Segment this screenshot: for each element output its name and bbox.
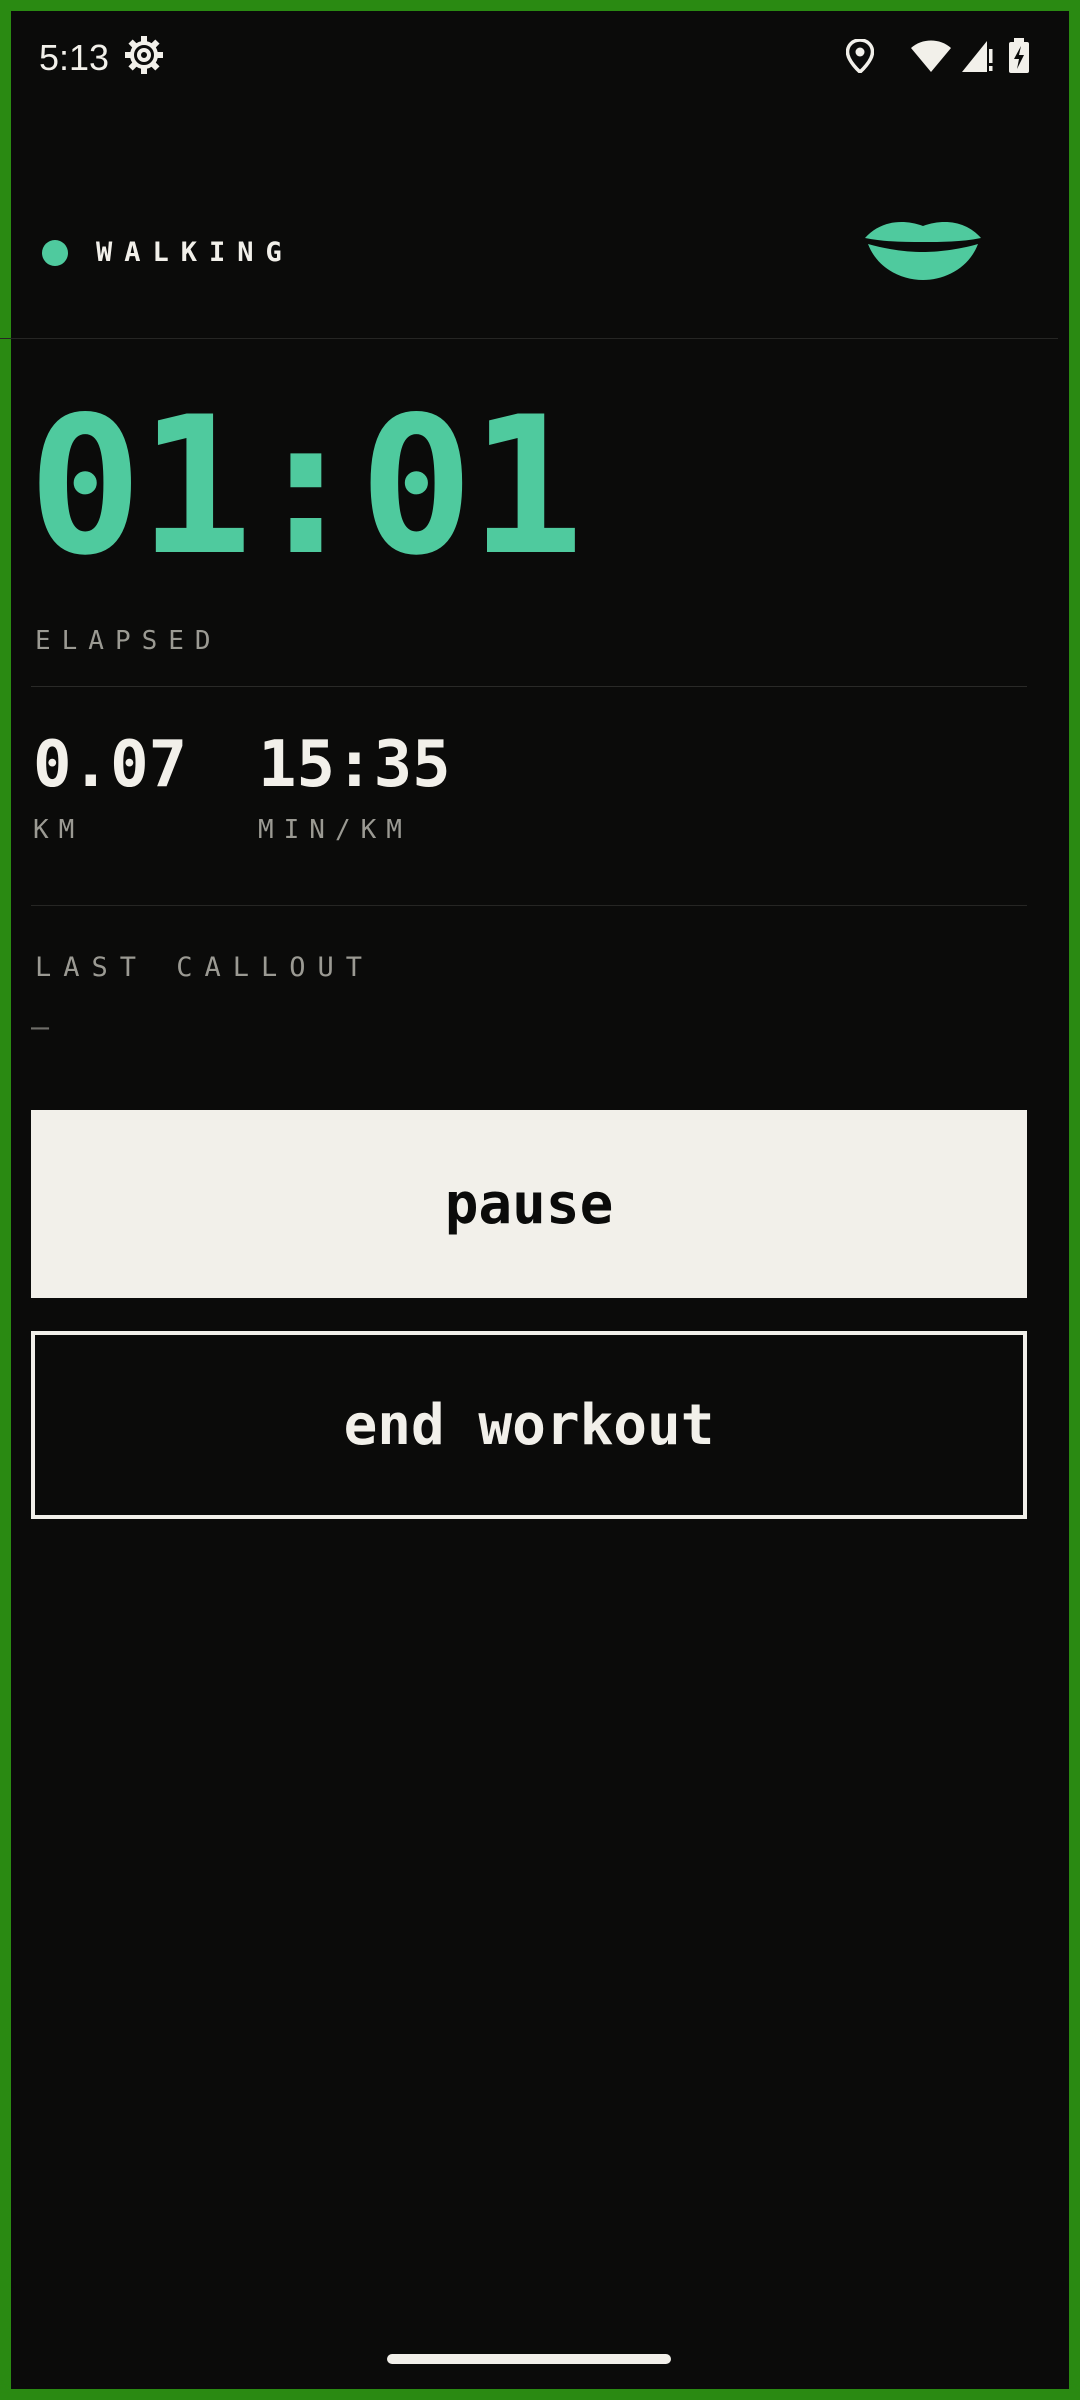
pace-stat: 15:35 MIN/KM: [258, 733, 451, 845]
active-status-dot: [42, 239, 68, 266]
pause-button[interactable]: pause: [31, 1110, 1027, 1298]
distance-value: 0.07: [33, 728, 188, 802]
elapsed-time: 01:01: [28, 376, 584, 597]
pace-value: 15:35: [258, 728, 451, 802]
status-icons: [846, 38, 1030, 74]
settings-gear-icon: [125, 36, 163, 74]
status-time: 5:13: [39, 37, 110, 78]
elapsed-label: ELAPSED: [35, 626, 222, 656]
end-workout-button[interactable]: end workout: [31, 1331, 1027, 1519]
pace-unit: MIN/KM: [258, 815, 412, 845]
header-divider: [0, 338, 1058, 339]
workout-mode: WALKING: [42, 237, 294, 268]
workout-mode-label: WALKING: [96, 237, 294, 268]
last-callout-value: —: [31, 1010, 50, 1045]
distance-stat: 0.07 KM: [33, 733, 187, 845]
distance-unit: KM: [33, 815, 85, 845]
divider: [31, 686, 1027, 687]
last-callout-label: LAST CALLOUT: [35, 952, 375, 983]
lips-logo-icon: [865, 222, 981, 280]
location-pin-icon: [846, 39, 874, 73]
wifi-icon: [911, 40, 951, 72]
battery-charging-icon: [1009, 38, 1029, 73]
home-indicator[interactable]: [387, 2354, 671, 2364]
divider: [31, 905, 1027, 906]
cell-signal-icon: [962, 41, 993, 72]
